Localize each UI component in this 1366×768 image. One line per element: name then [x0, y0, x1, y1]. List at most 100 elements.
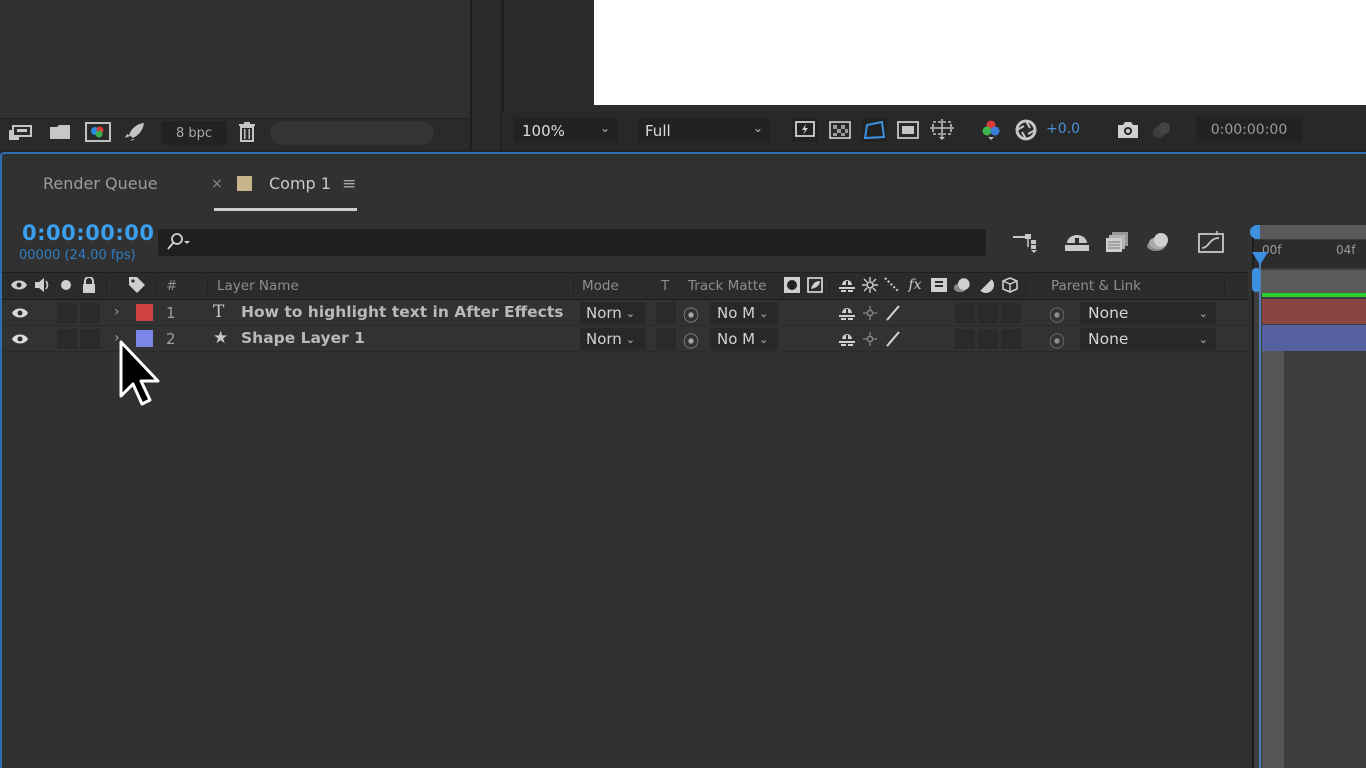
show-channel-icon[interactable]	[978, 118, 1004, 142]
3d-layer-toggle[interactable]	[1001, 303, 1021, 323]
motion-blur-toggle[interactable]	[955, 303, 975, 323]
layer-name[interactable]: How to highlight text in After Effects	[241, 303, 563, 321]
track-matte-dropdown[interactable]: No M ⌄	[710, 328, 778, 350]
collapse-transform-switch-icon[interactable]	[861, 303, 879, 323]
column-divider[interactable]	[106, 277, 107, 295]
tab-render-queue[interactable]: Render Queue	[43, 174, 158, 193]
render-rocket-icon[interactable]	[122, 122, 148, 142]
panel-divider[interactable]	[470, 0, 500, 150]
motion-blur-icon[interactable]	[1143, 229, 1173, 255]
column-divider[interactable]	[207, 277, 208, 295]
playhead-handle[interactable]	[1252, 252, 1268, 265]
region-of-interest-icon[interactable]	[895, 118, 921, 142]
track-matte-value: No M	[717, 330, 756, 348]
quality-switch-icon[interactable]	[884, 303, 902, 323]
reset-exposure-icon[interactable]	[1013, 118, 1039, 142]
tab-comp-1[interactable]: Comp 1	[269, 174, 331, 193]
fast-previews-icon[interactable]	[792, 118, 818, 142]
blend-mode-dropdown[interactable]: Norn ⌄	[580, 328, 646, 350]
audio-icon	[33, 276, 51, 294]
trash-icon[interactable]	[234, 122, 260, 142]
label-tag-icon	[128, 276, 146, 294]
snapshot-camera-icon[interactable]	[1115, 118, 1141, 142]
chevron-down-icon: ⌄	[625, 332, 636, 346]
column-divider[interactable]	[156, 277, 157, 295]
thumbnail-size-slider[interactable]	[270, 121, 434, 145]
shy-switch-icon[interactable]	[838, 329, 856, 349]
resolution-dropdown[interactable]: Full ⌄	[637, 118, 771, 143]
parent-dropdown[interactable]: None ⌄	[1080, 328, 1216, 350]
column-divider[interactable]	[573, 277, 574, 295]
chevron-down-icon: ⌄	[1198, 306, 1208, 320]
expand-chevron-icon[interactable]: ›	[114, 304, 120, 320]
lock-toggle[interactable]	[80, 329, 100, 349]
bit-depth-button[interactable]: 8 bpc	[161, 121, 227, 145]
solo-icon	[57, 276, 75, 294]
show-snapshot-icon[interactable]	[1148, 118, 1174, 142]
shy-layers-icon[interactable]	[1062, 229, 1092, 255]
track-matte-dropdown[interactable]: No M ⌄	[710, 302, 778, 324]
adjustment-toggle[interactable]	[978, 329, 998, 349]
quality-switch-icon[interactable]	[884, 329, 902, 349]
current-time-display[interactable]: 0:00:00:00	[22, 221, 154, 245]
text-layer-icon: T	[213, 302, 225, 322]
layer-name[interactable]: Shape Layer 1	[241, 329, 365, 347]
blend-mode-dropdown[interactable]: Norn ⌄	[580, 302, 646, 324]
parent-pick-whip-icon[interactable]: ⦿	[1049, 328, 1065, 352]
motion-blur-toggle[interactable]	[955, 329, 975, 349]
blend-mode-value: Norn	[586, 304, 622, 322]
exposure-value[interactable]: +0.0	[1046, 121, 1080, 137]
adjustment-toggle[interactable]	[978, 303, 998, 323]
parent-dropdown[interactable]: None ⌄	[1080, 302, 1216, 324]
preserve-transparency-toggle[interactable]	[656, 302, 676, 324]
interpret-footage-icon[interactable]	[8, 122, 34, 142]
composition-flowchart-icon[interactable]	[1010, 229, 1040, 255]
graph-editor-icon[interactable]	[1196, 229, 1226, 255]
column-divider[interactable]	[829, 277, 830, 295]
lock-toggle[interactable]	[80, 303, 100, 323]
layer-2-duration-bar[interactable]	[1262, 325, 1366, 351]
3d-layer-toggle[interactable]	[1001, 329, 1021, 349]
time-navigator-handle[interactable]	[1252, 268, 1260, 292]
frame-blending-icon[interactable]	[1102, 229, 1132, 255]
new-folder-icon[interactable]	[47, 122, 73, 142]
composition-canvas[interactable]	[594, 0, 1366, 105]
work-area-bar[interactable]	[1254, 225, 1366, 239]
column-header-layer-name[interactable]: Layer Name	[217, 278, 299, 294]
parent-pick-whip-icon[interactable]: ⦿	[1049, 302, 1065, 326]
panel-menu-icon[interactable]: ≡	[342, 174, 356, 194]
timeline-track-empty	[1262, 351, 1284, 768]
column-divider[interactable]	[1224, 277, 1225, 295]
collapse-transform-switch-icon[interactable]	[861, 329, 879, 349]
mask-path-visibility-icon[interactable]	[861, 118, 887, 142]
pick-whip-icon[interactable]: ⦿	[683, 328, 699, 352]
column-header-track-matte[interactable]: Track Matte	[688, 278, 766, 294]
magnification-dropdown[interactable]: 100% ⌄	[514, 118, 618, 143]
viewer-timecode[interactable]: 0:00:00:00	[1196, 117, 1302, 143]
column-header-parent-link[interactable]: Parent & Link	[1051, 278, 1141, 294]
eye-icon[interactable]	[10, 330, 30, 348]
close-icon[interactable]: ×	[211, 176, 223, 192]
eye-icon[interactable]	[10, 304, 30, 322]
pick-whip-icon[interactable]: ⦿	[683, 302, 699, 326]
project-panel	[0, 0, 470, 118]
column-divider[interactable]	[1025, 277, 1026, 295]
column-header-t[interactable]: T	[661, 278, 669, 294]
work-area-start-handle[interactable]	[1250, 225, 1260, 239]
solo-toggle[interactable]	[57, 303, 77, 323]
chevron-down-icon: ⌄	[625, 306, 636, 320]
new-composition-icon[interactable]	[85, 122, 111, 142]
layer-search-input[interactable]	[158, 229, 986, 256]
parent-value: None	[1088, 304, 1129, 322]
column-header-number[interactable]: #	[166, 278, 177, 294]
solo-toggle[interactable]	[57, 329, 77, 349]
grid-guides-icon[interactable]	[929, 118, 955, 142]
layer-1-duration-bar[interactable]	[1262, 299, 1366, 324]
playhead-line[interactable]	[1259, 262, 1261, 768]
transparency-grid-icon[interactable]	[827, 118, 853, 142]
preserve-transparency-toggle[interactable]	[656, 328, 676, 350]
shy-switch-icon[interactable]	[838, 303, 856, 323]
layer-label-color[interactable]	[136, 304, 153, 321]
search-icon[interactable]	[166, 231, 192, 255]
column-header-mode[interactable]: Mode	[582, 278, 619, 294]
